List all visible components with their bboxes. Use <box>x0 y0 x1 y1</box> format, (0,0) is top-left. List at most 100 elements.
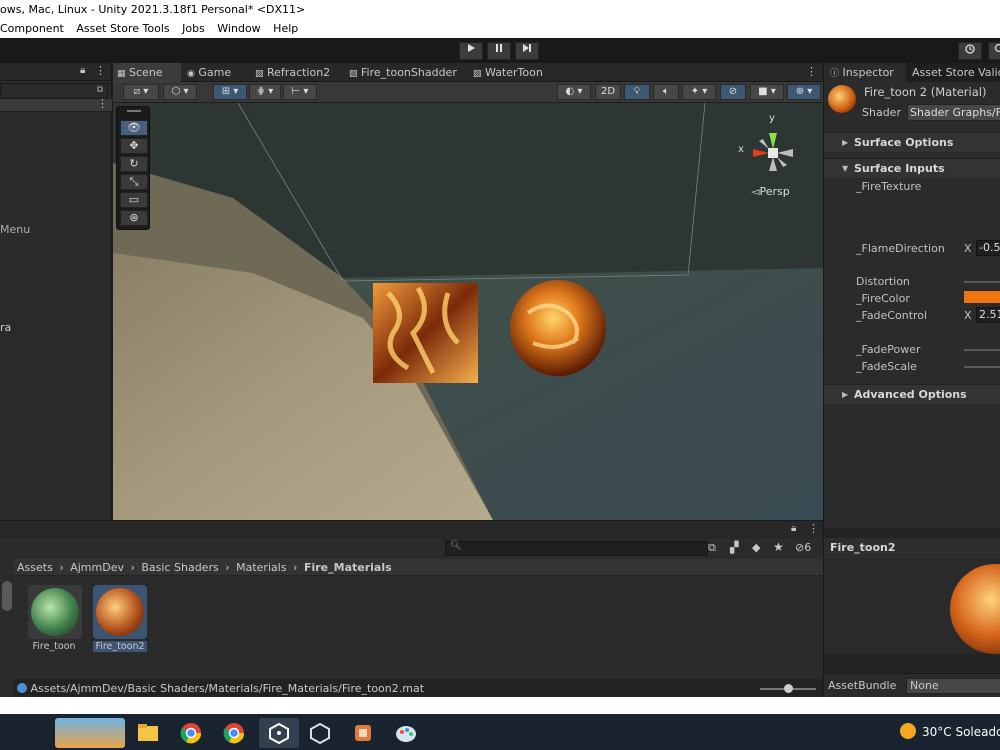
breadcrumb-basic-shaders[interactable]: Basic Shaders <box>141 561 218 574</box>
transform-icon: ⊛ <box>129 211 139 224</box>
fire-color-swatch[interactable] <box>964 291 1000 303</box>
menu-jobs[interactable]: Jobs <box>182 20 205 38</box>
file-explorer-icon[interactable] <box>131 718 165 748</box>
breadcrumb-assets[interactable]: Assets <box>17 561 53 574</box>
tab-scene[interactable]: ▦ Scene <box>113 63 181 82</box>
tab-asset-store-validator[interactable]: Asset Store Valida <box>912 63 1000 82</box>
menu-asset-store-tools[interactable]: Asset Store Tools <box>76 20 169 38</box>
tab-scene-label: Scene <box>129 66 163 79</box>
hierarchy-item-menu[interactable]: Menu <box>0 223 30 236</box>
search-button[interactable] <box>988 42 1000 60</box>
tab-inspector[interactable]: ⓘ Inspector <box>824 63 906 82</box>
shading-mode-dropdown[interactable]: ◐ ▾ <box>557 84 591 100</box>
asset-fire-toon-label[interactable]: Fire_toon <box>22 641 86 652</box>
shader-label: Shader <box>862 106 901 119</box>
perspective-label[interactable]: ◅Persp <box>751 185 790 198</box>
menu-component[interactable]: Component <box>0 20 64 38</box>
tab-watertoon[interactable]: ▨ WaterToon <box>469 63 569 82</box>
pause-button[interactable] <box>487 42 511 60</box>
toggle-2d-button[interactable]: 2D <box>595 84 621 100</box>
play-icon <box>468 44 475 52</box>
ruler-dropdown[interactable]: ⊢ ▾ <box>283 84 317 100</box>
folder-tree-scrollbar[interactable] <box>2 581 12 611</box>
unity-icon[interactable] <box>303 718 337 748</box>
render-mode-dropdown[interactable]: ⬡ ▾ <box>163 84 197 100</box>
scene-row-menu-icon[interactable]: ⋮ <box>97 97 108 110</box>
hidden-objects-toggle[interactable]: ⊘ <box>720 84 746 100</box>
hierarchy-panel: 🔒︎ ⋮ ⧉ ⋮ Menu ra <box>0 63 112 520</box>
scene-tabs-menu-icon[interactable]: ⋮ <box>806 65 817 78</box>
widgets-icon[interactable] <box>55 718 125 748</box>
paint-icon[interactable] <box>389 718 423 748</box>
asset-fire-toon[interactable] <box>28 585 82 639</box>
search-options-icon[interactable]: ⧉ <box>97 85 103 95</box>
step-button[interactable] <box>515 42 539 60</box>
rect-tool-button[interactable]: ▭ <box>120 192 148 208</box>
search-by-type-icon[interactable]: ⧉ <box>708 541 716 555</box>
project-search-input[interactable]: 🔍︎ <box>445 541 708 556</box>
lock-icon[interactable]: 🔒︎ <box>791 523 796 534</box>
palette-drag-handle[interactable] <box>127 110 141 112</box>
transform-tool-button[interactable]: ⊛ <box>120 210 148 226</box>
tab-refraction2[interactable]: ▨ Refraction2 <box>251 63 341 82</box>
fade-power-slider[interactable] <box>964 349 1000 351</box>
scale-tool-button[interactable]: ⤡ <box>120 174 148 190</box>
breadcrumb-ajmmdev[interactable]: AjmmDev <box>70 561 124 574</box>
hierarchy-item-camera[interactable]: ra <box>0 321 11 334</box>
distortion-slider[interactable] <box>964 281 1000 283</box>
icon-size-slider[interactable] <box>760 684 816 693</box>
preview-title: Fire_toon2 <box>830 541 896 554</box>
preview-image[interactable] <box>824 558 1000 654</box>
fade-scale-slider[interactable] <box>964 366 1000 368</box>
asset-fire-toon2-label[interactable]: Fire_toon2 <box>88 641 152 652</box>
surface-inputs-header[interactable]: ▼ Surface Inputs <box>824 158 1000 178</box>
hidden-packages-toggle[interactable]: ⊘6 <box>795 541 811 554</box>
chrome-icon[interactable] <box>174 718 208 748</box>
scale-icon: ⤡ <box>129 175 139 188</box>
breadcrumb-materials[interactable]: Materials <box>236 561 286 574</box>
flame-direction-x-field[interactable]: -0.5 <box>976 240 1000 256</box>
favorites-star-icon[interactable]: ★ <box>773 540 784 554</box>
advanced-options-header[interactable]: ▶ Advanced Options <box>824 384 1000 404</box>
scene-viewport[interactable]: 👁︎ ✥ ↻ ⤡ ▭ ⊛ y x ◅Persp <box>113 103 823 520</box>
rotate-tool-button[interactable]: ↻ <box>120 156 148 172</box>
gamepad-icon: ◉ <box>187 69 195 79</box>
filter-by-type-icon[interactable]: ▞ <box>730 541 738 554</box>
hierarchy-search-input[interactable]: ⧉ <box>0 83 108 99</box>
more-menu-icon[interactable]: ⋮ <box>95 64 106 77</box>
icon-size-slider-thumb[interactable] <box>784 684 793 693</box>
assetbundle-dropdown[interactable]: None <box>906 678 1000 694</box>
camera-dropdown[interactable]: ■ ▾ <box>750 84 784 100</box>
menu-window[interactable]: Window <box>217 20 260 38</box>
effects-dropdown[interactable]: ✦ ▾ <box>682 84 716 100</box>
lighting-toggle[interactable]: 💡︎ <box>624 84 650 100</box>
filter-by-label-icon[interactable]: ◆ <box>752 541 760 554</box>
hierarchy-scene-row[interactable]: ⋮ <box>0 97 112 112</box>
lock-icon[interactable]: 🔒︎ <box>80 65 85 76</box>
breadcrumb-fire-materials[interactable]: Fire_Materials <box>304 561 392 574</box>
audio-toggle[interactable]: 🔈︎ <box>653 84 679 100</box>
history-button[interactable] <box>958 42 982 60</box>
fade-control-x-field[interactable]: 2.51 <box>976 307 1000 323</box>
tab-game[interactable]: ◉ Game <box>183 63 247 82</box>
orientation-gizmo[interactable]: y x ◅Persp <box>733 113 813 203</box>
view-tool-button[interactable]: 👁︎ <box>120 120 148 136</box>
unity-hub-icon[interactable] <box>259 718 299 748</box>
weather-widget[interactable]: 30°C Soleado <box>900 714 1000 750</box>
more-menu-icon[interactable]: ⋮ <box>808 522 819 535</box>
surface-options-header[interactable]: ▶ Surface Options <box>824 132 1000 152</box>
play-button[interactable] <box>459 42 483 60</box>
increment-snap-dropdown[interactable]: ⋕ ▾ <box>249 84 281 100</box>
grid-snapping-dropdown[interactable]: ⊞ ▾ <box>213 84 247 100</box>
shader-dropdown[interactable]: Shader Graphs/Fire <box>907 104 1000 121</box>
draw-mode-dropdown[interactable]: ⧄ ▾ <box>123 84 159 100</box>
breadcrumb: Assets › AjmmDev › Basic Shaders › Mater… <box>14 559 823 576</box>
chrome-alt-icon[interactable] <box>217 718 251 748</box>
fire-texture-label: _FireTexture <box>856 180 922 193</box>
move-tool-button[interactable]: ✥ <box>120 138 148 154</box>
menu-help[interactable]: Help <box>273 20 298 38</box>
gizmos-dropdown[interactable]: ⊕ ▾ <box>787 84 821 100</box>
blender-like-icon[interactable] <box>346 718 380 748</box>
tab-fire-toonshadder[interactable]: ▨ Fire_toonShadder <box>345 63 465 82</box>
asset-fire-toon2[interactable] <box>93 585 147 639</box>
